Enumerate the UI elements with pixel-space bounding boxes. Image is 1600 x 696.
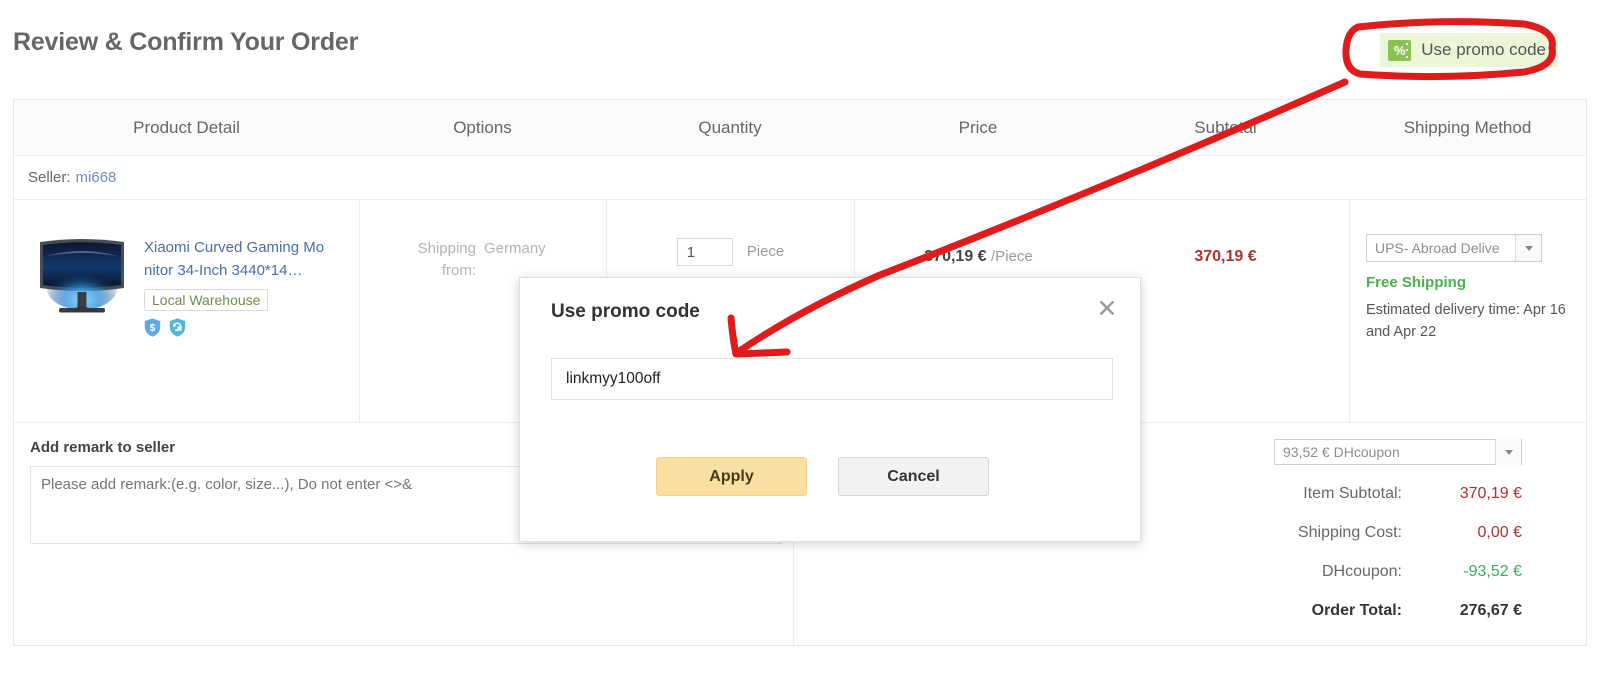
checkout-page: Review & Confirm Your Order % Use promo … [0,0,1600,696]
close-icon[interactable]: ✕ [1092,294,1122,324]
modal-title: Use promo code [551,301,700,322]
cancel-button[interactable]: Cancel [838,457,989,496]
promo-code-modal: Use promo code ✕ Apply Cancel [519,277,1141,542]
apply-button[interactable]: Apply [656,457,807,496]
modal-actions: Apply Cancel [656,457,989,496]
promo-code-input[interactable] [551,358,1113,400]
modal-overlay: Use promo code ✕ Apply Cancel [0,0,1600,696]
